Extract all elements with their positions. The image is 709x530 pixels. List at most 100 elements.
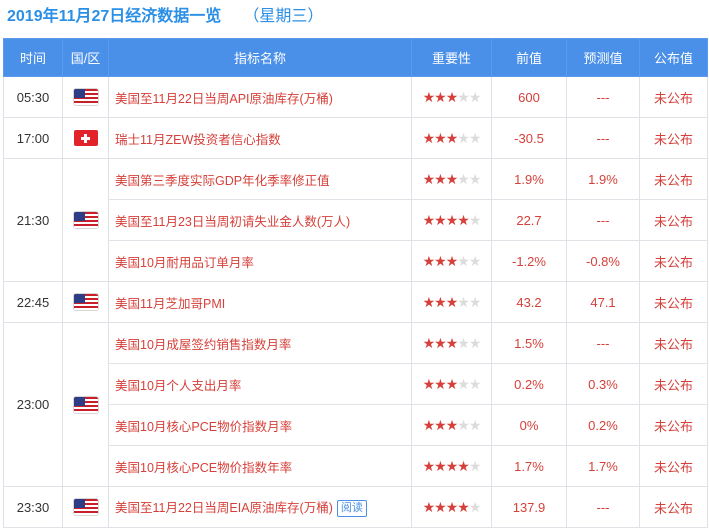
star-filled-icon: ★ xyxy=(434,457,447,474)
table-body: 05:30 美国至11月22日当周API原油库存(万桶) ★★★★★ 600 --- 未公… xyxy=(3,76,708,528)
importance-cell: ★★★★★ xyxy=(411,322,492,364)
star-empty-icon: ★ xyxy=(468,129,482,146)
release-time: 17:00 xyxy=(3,117,63,159)
indicator-name[interactable]: 美国10月核心PCE物价指数年率 xyxy=(115,461,292,475)
previous-value: -1.2% xyxy=(491,240,567,282)
table-row[interactable]: 美国10月核心PCE物价指数月率 ★★★★★ 0% 0.2% 未公布 xyxy=(4,404,708,446)
table-row[interactable]: 23:30 美国至11月22日当周EIA原油库存(万桶) 阅读 ★★★★★ 137.9-… xyxy=(3,486,708,528)
indicator-name[interactable]: 美国第三季度实际GDP年化季率修正值 xyxy=(115,174,330,188)
star-filled-icon: ★ xyxy=(445,88,459,105)
table-row[interactable]: 22:45 美国11月芝加哥PMI ★★★★★ 43.2 47.1 未公布 xyxy=(3,281,708,323)
indicator-name-cell[interactable]: 美国11月芝加哥PMI xyxy=(108,281,412,323)
importance-cell: ★★★★★ xyxy=(411,76,492,118)
actual-value: 未公布 xyxy=(639,445,708,487)
indicator-name[interactable]: 瑞士11月ZEW投资者信心指数 xyxy=(115,133,281,147)
indicator-name-cell[interactable]: 瑞士11月ZEW投资者信心指数 xyxy=(108,117,412,159)
us-flag-icon xyxy=(73,499,98,516)
indicator-name[interactable]: 美国11月芝加哥PMI xyxy=(115,297,225,311)
forecast-value: 1.7% xyxy=(566,445,640,487)
indicator-name-cell[interactable]: 美国至11月22日当周API原油库存(万桶) xyxy=(108,76,412,118)
previous-value: 43.2 xyxy=(491,281,567,323)
release-time: 21:30 xyxy=(3,158,63,282)
indicator-name-cell[interactable]: 美国10月个人支出月率 xyxy=(108,363,412,405)
importance-stars: ★★★★★ xyxy=(423,129,482,147)
importance-stars: ★★★★★ xyxy=(422,88,482,106)
release-time: 23:00 xyxy=(3,322,63,487)
actual-value: 未公布 xyxy=(639,76,708,118)
indicator-name[interactable]: 美国10月耐用品订单月率 xyxy=(115,256,254,270)
column-header-country[interactable]: 国/区 xyxy=(62,38,109,77)
indicator-name-cell[interactable]: 美国至11月23日当周初请失业金人数(万人) xyxy=(108,199,412,241)
column-header-forecast[interactable]: 预测值 xyxy=(566,38,640,77)
country-cell xyxy=(62,322,109,487)
star-filled-icon: ★ xyxy=(445,334,459,351)
country-cell xyxy=(62,117,109,159)
indicator-name-cell[interactable]: 美国至11月22日当周EIA原油库存(万桶) 阅读 xyxy=(108,486,412,528)
importance-cell: ★★★★★ xyxy=(411,363,492,405)
read-badge[interactable]: 阅读 xyxy=(336,500,367,518)
importance-cell: ★★★★★ xyxy=(411,158,492,200)
star-filled-icon: ★ xyxy=(422,498,436,515)
forecast-value: --- xyxy=(566,486,640,528)
column-header-importance[interactable]: 重要性 xyxy=(411,38,492,77)
actual-value: 未公布 xyxy=(639,117,708,159)
indicator-name-cell[interactable]: 美国10月核心PCE物价指数年率 xyxy=(108,445,412,487)
indicator-name[interactable]: 美国10月个人支出月率 xyxy=(115,379,241,393)
star-empty-icon: ★ xyxy=(457,293,470,310)
table-row[interactable]: 05:30 美国至11月22日当周API原油库存(万桶) ★★★★★ 600 --- 未公… xyxy=(3,76,708,118)
star-filled-icon: ★ xyxy=(445,170,459,187)
indicator-name-cell[interactable]: 美国10月耐用品订单月率 xyxy=(108,240,412,282)
actual-value: 未公布 xyxy=(639,404,708,446)
star-filled-icon: ★ xyxy=(445,211,459,228)
indicator-name-cell[interactable]: 美国10月成屋签约销售指数月率 xyxy=(108,322,412,364)
forecast-value: 1.9% xyxy=(566,158,640,200)
indicator-name-cell[interactable]: 美国第三季度实际GDP年化季率修正值 xyxy=(108,158,412,200)
indicator-name[interactable]: 美国10月核心PCE物价指数月率 xyxy=(115,420,292,434)
actual-value: 未公布 xyxy=(639,281,708,323)
indicator-name[interactable]: 美国10月成屋签约销售指数月率 xyxy=(115,338,291,352)
star-empty-icon: ★ xyxy=(468,457,482,474)
star-filled-icon: ★ xyxy=(445,457,459,474)
importance-cell: ★★★★★ xyxy=(411,117,492,159)
table-row[interactable]: 美国至11月23日当周初请失业金人数(万人) ★★★★★ 22.7 --- 未公布 xyxy=(4,199,708,241)
forecast-value: 0.3% xyxy=(566,363,640,405)
indicator-name-cell[interactable]: 美国10月核心PCE物价指数月率 xyxy=(108,404,412,446)
previous-value: 1.7% xyxy=(491,445,567,487)
star-empty-icon: ★ xyxy=(468,334,482,351)
importance-cell: ★★★★★ xyxy=(411,486,492,528)
table-row[interactable]: 美国10月个人支出月率 ★★★★★ 0.2% 0.3% 未公布 xyxy=(4,363,708,405)
table-row[interactable]: 美国10月核心PCE物价指数年率 ★★★★★ 1.7% 1.7% 未公布 xyxy=(4,445,708,487)
importance-cell: ★★★★★ xyxy=(411,404,492,446)
importance-stars: ★★★★★ xyxy=(423,211,482,229)
star-filled-icon: ★ xyxy=(422,88,436,105)
previous-value: 600 xyxy=(491,76,567,118)
table-row[interactable]: 23:00 美国10月成屋签约销售指数月率 ★★★★★ 1.5% --- 未公布 xyxy=(3,322,708,487)
column-header-time[interactable]: 时间 xyxy=(3,38,63,77)
switzerland-flag-icon xyxy=(73,130,98,147)
indicator-name[interactable]: 美国至11月23日当周初请失业金人数(万人) xyxy=(115,215,350,229)
table-row[interactable]: 21:30 美国第三季度实际GDP年化季率修正值 ★★★★★ 1.9% 1.9% 未公布 xyxy=(3,158,708,282)
star-empty-icon: ★ xyxy=(457,375,470,392)
release-time: 05:30 xyxy=(3,76,63,118)
table-row[interactable]: 美国10月耐用品订单月率 ★★★★★ -1.2% -0.8% 未公布 xyxy=(4,240,708,282)
star-filled-icon: ★ xyxy=(457,457,470,474)
economic-calendar-table: 时间 国/区 指标名称 重要性 前值 预测值 公布值 05:30 美国至11月22… xyxy=(3,38,708,528)
column-header-previous[interactable]: 前值 xyxy=(491,38,567,77)
star-filled-icon: ★ xyxy=(457,498,470,515)
column-header-actual[interactable]: 公布值 xyxy=(639,38,708,77)
star-filled-icon: ★ xyxy=(422,457,436,474)
star-empty-icon: ★ xyxy=(457,88,470,105)
indicator-name[interactable]: 美国至11月22日当周EIA原油库存(万桶) xyxy=(115,501,333,515)
column-header-indicator[interactable]: 指标名称 xyxy=(108,38,412,77)
forecast-value: --- xyxy=(566,117,640,159)
importance-cell: ★★★★★ xyxy=(411,281,492,323)
indicator-name[interactable]: 美国至11月22日当周API原油库存(万桶) xyxy=(115,92,333,106)
star-filled-icon: ★ xyxy=(434,170,447,187)
star-filled-icon: ★ xyxy=(422,334,436,351)
star-empty-icon: ★ xyxy=(457,129,470,146)
table-row[interactable]: 17:00 瑞士11月ZEW投资者信心指数 ★★★★★ -30.5 --- 未公布 xyxy=(3,117,708,159)
importance-stars: ★★★★★ xyxy=(422,334,482,352)
star-filled-icon: ★ xyxy=(445,416,459,433)
importance-stars: ★★★★★ xyxy=(422,457,482,475)
previous-value: 22.7 xyxy=(491,199,567,241)
